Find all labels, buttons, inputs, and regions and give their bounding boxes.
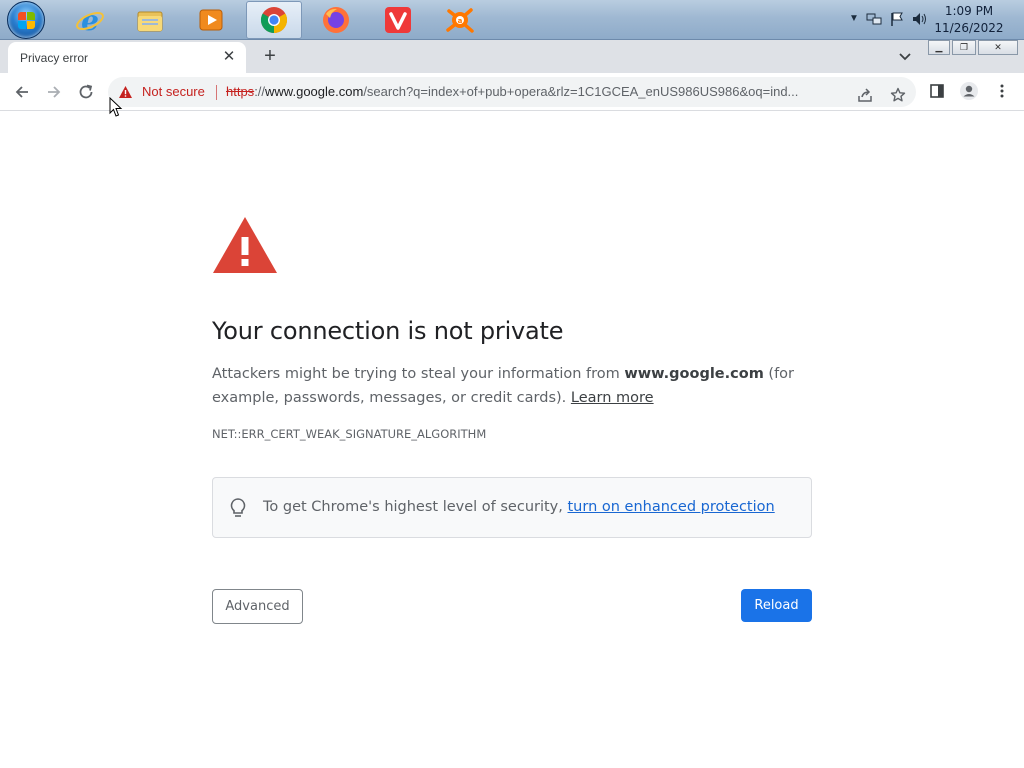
chrome-menu-button[interactable] — [991, 80, 1013, 102]
large-warning-icon — [213, 217, 277, 273]
profile-button[interactable] — [958, 80, 980, 102]
forward-button[interactable] — [42, 80, 66, 104]
avast-icon: a — [446, 8, 474, 33]
enhanced-protection-link[interactable]: turn on enhanced protection — [568, 499, 775, 515]
media-player-icon — [199, 9, 223, 31]
restore-button[interactable]: ❐ — [952, 40, 976, 55]
message-text-1: Attackers might be trying to steal your … — [212, 366, 625, 382]
reload-icon — [79, 84, 93, 99]
back-arrow-icon — [15, 86, 28, 98]
taskbar: e a ▼ 1:09 PM 11/26/2022 — [0, 0, 1024, 40]
not-secure-label[interactable]: Not secure — [142, 84, 205, 99]
learn-more-link[interactable]: Learn more — [571, 390, 654, 406]
security-divider — [216, 85, 217, 100]
chrome-icon — [260, 7, 288, 34]
profile-avatar-icon — [960, 82, 978, 100]
system-clock[interactable]: 1:09 PM 11/26/2022 — [934, 3, 1004, 37]
reload-button[interactable]: Reload — [741, 589, 812, 622]
taskbar-app-avast[interactable]: a — [432, 1, 488, 39]
taskbar-app-chrome[interactable] — [246, 1, 302, 39]
svg-text:a: a — [458, 17, 463, 25]
error-code[interactable]: NET::ERR_CERT_WEAK_SIGNATURE_ALGORITHM — [212, 427, 486, 441]
enhanced-protection-tip: To get Chrome's highest level of securit… — [212, 477, 812, 538]
page-title: Your connection is not private — [212, 317, 564, 345]
taskbar-app-media-player[interactable] — [183, 1, 239, 39]
main-message: Attackers might be trying to steal your … — [212, 362, 812, 410]
ie-icon: e — [76, 5, 104, 35]
new-tab-button[interactable]: + — [259, 45, 281, 67]
star-icon — [890, 87, 906, 102]
message-host: www.google.com — [624, 366, 764, 382]
system-tray: ▼ 1:09 PM 11/26/2022 — [844, 0, 1024, 40]
show-hidden-icons-icon[interactable]: ▼ — [846, 11, 862, 27]
url-separator: :// — [254, 84, 266, 99]
svg-text:e: e — [81, 5, 99, 35]
share-button[interactable] — [854, 84, 876, 106]
close-window-button[interactable]: ✕ — [978, 40, 1018, 55]
bookmark-button[interactable] — [887, 84, 909, 106]
kebab-menu-icon — [1000, 84, 1004, 98]
folder-icon — [137, 11, 163, 32]
tab-search-chevron-icon[interactable] — [896, 48, 914, 66]
vivaldi-icon — [385, 7, 411, 33]
browser-toolbar: Not secure https://www.google.com/search… — [0, 73, 1024, 111]
share-icon — [858, 88, 872, 102]
url-scheme: https — [226, 84, 255, 99]
back-button[interactable] — [10, 80, 34, 104]
interstitial-content: Your connection is not private Attackers… — [212, 112, 812, 768]
address-bar[interactable]: Not secure https://www.google.com/search… — [108, 77, 916, 107]
start-button[interactable] — [7, 1, 45, 39]
url-host: www.google.com — [265, 84, 364, 99]
advanced-button[interactable]: Advanced — [212, 589, 303, 624]
lightbulb-icon — [230, 498, 246, 517]
clock-time: 1:09 PM — [944, 4, 994, 18]
taskbar-app-internet-explorer[interactable]: e — [62, 1, 118, 39]
tab-privacy-error[interactable]: Privacy error ✕ — [8, 42, 246, 73]
taskbar-app-firefox[interactable] — [308, 1, 364, 39]
url-path: /search?q=index+of+pub+opera&rlz=1C1GCEA… — [363, 84, 799, 99]
mouse-cursor-icon — [109, 97, 123, 117]
network-icon[interactable] — [866, 11, 882, 27]
firefox-icon — [323, 7, 349, 33]
tab-close-icon[interactable]: ✕ — [220, 48, 238, 66]
tip-message: To get Chrome's highest level of securit… — [263, 499, 775, 515]
side-panel-icon — [930, 84, 944, 98]
taskbar-app-vivaldi[interactable] — [370, 1, 426, 39]
url-text[interactable]: https://www.google.com/search?q=index+of… — [226, 84, 846, 99]
volume-icon[interactable] — [911, 11, 927, 27]
tab-title: Privacy error — [20, 51, 89, 65]
clock-date: 11/26/2022 — [934, 21, 1004, 35]
tip-text: To get Chrome's highest level of securit… — [263, 499, 568, 515]
taskbar-app-file-explorer[interactable] — [122, 1, 178, 39]
tab-strip: Privacy error ✕ + ▁ ❐ ✕ — [0, 40, 1024, 73]
action-center-flag-icon[interactable] — [889, 11, 905, 27]
side-panel-button[interactable] — [926, 80, 948, 102]
forward-arrow-icon — [48, 86, 61, 98]
minimize-button[interactable]: ▁ — [928, 40, 950, 55]
reload-toolbar-button[interactable] — [74, 80, 98, 104]
windows-logo-icon — [18, 12, 36, 30]
